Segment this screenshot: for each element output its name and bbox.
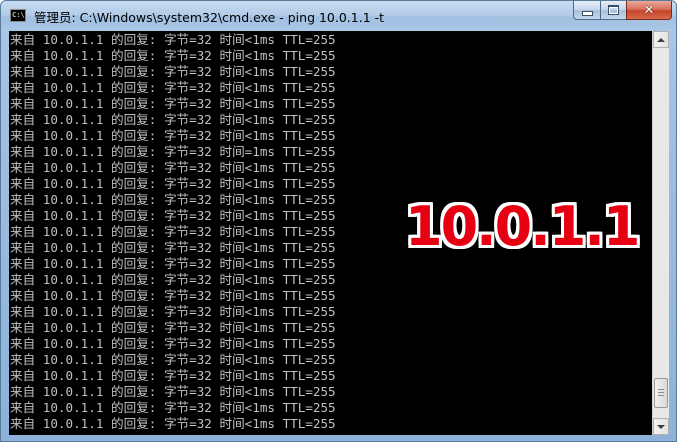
console-line: 来自 10.0.1.1 的回复: 字节=32 时间<1ms TTL=255 (10, 272, 336, 287)
console-line: 来自 10.0.1.1 的回复: 字节=32 时间<1ms TTL=255 (10, 400, 336, 415)
minimize-icon (581, 10, 593, 16)
console-line: 来自 10.0.1.1 的回复: 字节=32 时间<1ms TTL=255 (10, 240, 336, 255)
scroll-down-arrow-icon (657, 424, 665, 429)
maximize-button[interactable] (600, 1, 626, 20)
console-line: 来自 10.0.1.1 的回复: 字节=32 时间<1ms TTL=255 (10, 80, 336, 95)
minimize-button[interactable] (573, 1, 600, 20)
console-line: 来自 10.0.1.1 的回复: 字节=32 时间<1ms TTL=255 (10, 384, 336, 399)
cmd-icon-label: C:\. (12, 11, 29, 19)
close-button[interactable]: ✕ (626, 1, 672, 20)
console-line: 来自 10.0.1.1 的回复: 字节=32 时间<1ms TTL=255 (10, 224, 336, 239)
console-line: 来自 10.0.1.1 的回复: 字节=32 时间<1ms TTL=255 (10, 368, 336, 383)
maximize-icon (608, 5, 619, 15)
console-line: 来自 10.0.1.1 的回复: 字节=32 时间<1ms TTL=255 (10, 256, 336, 271)
console-line: 来自 10.0.1.1 的回复: 字节=32 时间<1ms TTL=255 (10, 160, 336, 175)
console-line: 来自 10.0.1.1 的回复: 字节=32 时间<1ms TTL=255 (10, 48, 336, 63)
console-line: 来自 10.0.1.1 的回复: 字节=32 时间<1ms TTL=255 (10, 336, 336, 351)
console-line: 来自 10.0.1.1 的回复: 字节=32 时间<1ms TTL=255 (10, 96, 336, 111)
console-line: 来自 10.0.1.1 的回复: 字节=32 时间<1ms TTL=255 (10, 192, 336, 207)
window-title: 管理员: C:\Windows\system32\cmd.exe - ping … (34, 10, 385, 25)
console-line: 来自 10.0.1.1 的回复: 字节=32 时间<1ms TTL=255 (10, 208, 336, 223)
console-line: 来自 10.0.1.1 的回复: 字节=32 时间<1ms TTL=255 (10, 32, 336, 47)
thumb-grip-line (658, 394, 664, 396)
thumb-grip-line (658, 388, 664, 390)
console-line: 来自 10.0.1.1 的回复: 字节=32 时间<1ms TTL=255 (10, 320, 336, 335)
console-line: 来自 10.0.1.1 的回复: 字节=32 时间<1ms TTL=255 (10, 416, 336, 431)
caption-buttons: ✕ (573, 1, 672, 21)
console-line: 来自 10.0.1.1 的回复: 字节=32 时间<1ms TTL=255 (10, 112, 336, 127)
close-icon: ✕ (643, 2, 655, 18)
console-line: 来自 10.0.1.1 的回复: 字节=32 时间<1ms TTL=255 (10, 176, 336, 191)
cmd-console-icon[interactable]: C:\. (10, 9, 29, 22)
scroll-up-arrow-icon (657, 37, 665, 42)
cmd-window: C:\. 管理员: C:\Windows\system32\cmd.exe - … (0, 0, 677, 442)
console-lines: 来自 10.0.1.1 的回复: 字节=32 时间<1ms TTL=255 来自 … (10, 32, 336, 432)
title-bar[interactable]: C:\. 管理员: C:\Windows\system32\cmd.exe - … (1, 1, 676, 31)
overlay-ip-label: 10.0.1.1 (405, 195, 640, 258)
scroll-up-button[interactable] (653, 31, 669, 48)
console-line: 来自 10.0.1.1 的回复: 字节=32 时间<1ms TTL=255 (10, 64, 336, 79)
console-line: 来自 10.0.1.1 的回复: 字节=32 时间<1ms TTL=255 (10, 128, 336, 143)
console-line: 来自 10.0.1.1 的回复: 字节=32 时间<1ms TTL=255 (10, 304, 336, 319)
console-line: 来自 10.0.1.1 的回复: 字节=32 时间<1ms TTL=255 (10, 352, 336, 367)
scroll-down-button[interactable] (653, 418, 669, 435)
console-line: 来自 10.0.1.1 的回复: 字节=32 时间<1ms TTL=255 (10, 288, 336, 303)
console-line: 来自 10.0.1.1 的回复: 字节=32 时间=1ms TTL=255 (10, 144, 336, 159)
vertical-scrollbar[interactable] (652, 31, 669, 435)
thumb-grip-line (658, 391, 664, 393)
scroll-thumb[interactable] (654, 377, 668, 408)
